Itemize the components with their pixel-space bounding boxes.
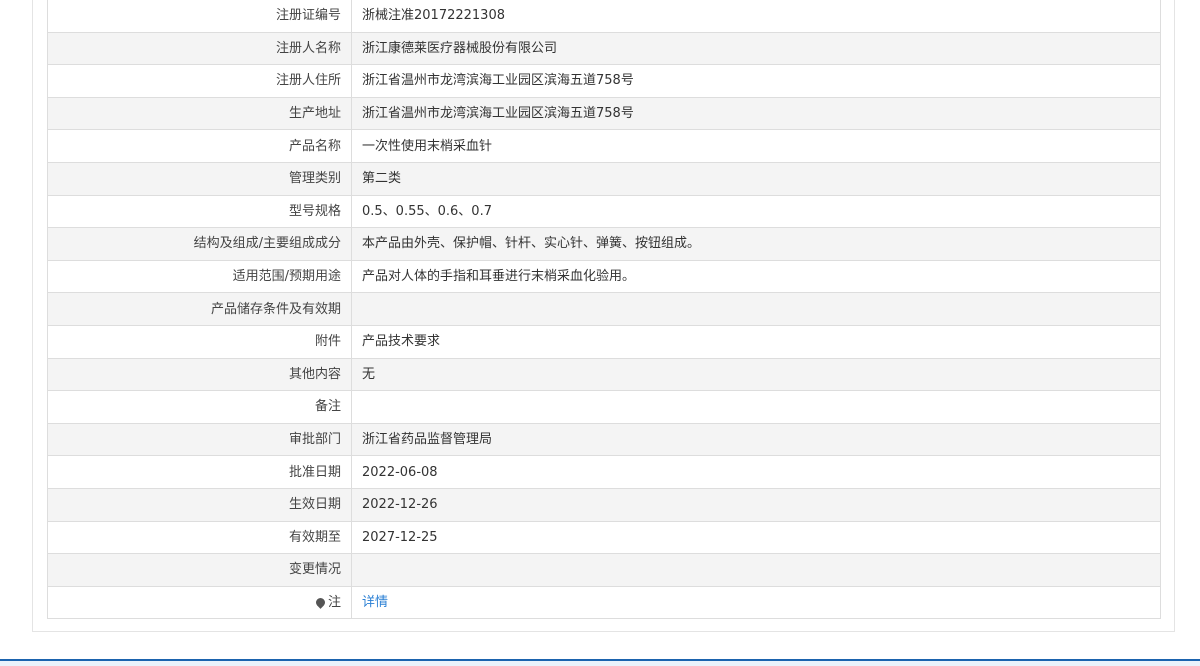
- row-value: 本产品由外壳、保护帽、针杆、实心针、弹簧、按钮组成。: [351, 227, 1161, 261]
- row-value: 2022-06-08: [351, 455, 1161, 489]
- row-value: 一次性使用末梢采血针: [351, 129, 1161, 163]
- table-row: 型号规格 0.5、0.55、0.6、0.7: [47, 194, 1161, 229]
- row-value: [351, 553, 1161, 587]
- table-row: 结构及组成/主要组成成分 本产品由外壳、保护帽、针杆、实心针、弹簧、按钮组成。: [47, 227, 1161, 261]
- row-label: 其他内容: [47, 357, 352, 392]
- table-row: 生效日期 2022-12-26: [47, 487, 1161, 522]
- table-row: 备注: [47, 390, 1161, 424]
- row-label: 型号规格: [47, 194, 352, 229]
- table-row: 注册人名称 浙江康德莱医疗器械股份有限公司: [47, 31, 1161, 66]
- row-label: 附件: [47, 324, 352, 359]
- row-label: 产品名称: [47, 129, 352, 163]
- row-value: 浙械注准20172221308: [351, 0, 1161, 33]
- row-value: 2027-12-25: [351, 520, 1161, 555]
- row-label: 注册人名称: [47, 31, 352, 66]
- row-value: 第二类: [351, 161, 1161, 196]
- table-row: 注册证编号 浙械注准20172221308: [47, 0, 1161, 33]
- table-row: 其他内容 无: [47, 357, 1161, 392]
- details-link[interactable]: 详情: [362, 595, 388, 610]
- table-row: 有效期至 2027-12-25: [47, 520, 1161, 555]
- table-row: 生产地址 浙江省温州市龙湾滨海工业园区滨海五道758号: [47, 96, 1161, 131]
- table-row: 批准日期 2022-06-08: [47, 455, 1161, 489]
- row-label: 产品储存条件及有效期: [47, 292, 352, 326]
- row-label: 变更情况: [47, 553, 352, 587]
- row-label: 审批部门: [47, 422, 352, 457]
- row-label: 管理类别: [47, 161, 352, 196]
- row-label: 备注: [47, 390, 352, 424]
- note-value-cell: 详情: [351, 585, 1161, 620]
- row-label: 生效日期: [47, 487, 352, 522]
- note-label: 注: [327, 594, 341, 610]
- table-row: 适用范围/预期用途 产品对人体的手指和耳垂进行末梢采血化验用。: [47, 259, 1161, 294]
- table-row: 产品名称 一次性使用末梢采血针: [47, 129, 1161, 163]
- row-label: 批准日期: [47, 455, 352, 489]
- row-value: 2022-12-26: [351, 487, 1161, 522]
- row-value: 浙江省药品监督管理局: [351, 422, 1161, 457]
- row-value: 浙江康德莱医疗器械股份有限公司: [351, 31, 1161, 66]
- table-row: 产品储存条件及有效期: [47, 292, 1161, 326]
- registration-detail-table: 注册证编号 浙械注准20172221308 注册人名称 浙江康德莱医疗器械股份有…: [47, 0, 1161, 620]
- table-row: 管理类别 第二类: [47, 161, 1161, 196]
- row-value: 产品技术要求: [351, 324, 1161, 359]
- row-value: [351, 390, 1161, 424]
- table-row: 附件 产品技术要求: [47, 324, 1161, 359]
- row-label: 注册人住所: [47, 64, 352, 98]
- footer-bar: [0, 659, 1200, 666]
- row-value: 产品对人体的手指和耳垂进行末梢采血化验用。: [351, 259, 1161, 294]
- row-value: 0.5、0.55、0.6、0.7: [351, 194, 1161, 229]
- note-label-cell: 注: [47, 585, 352, 620]
- row-label: 注册证编号: [47, 0, 352, 33]
- row-label: 适用范围/预期用途: [47, 259, 352, 294]
- table-row: 注册人住所 浙江省温州市龙湾滨海工业园区滨海五道758号: [47, 64, 1161, 98]
- table-row: 变更情况: [47, 553, 1161, 587]
- row-label: 生产地址: [47, 96, 352, 131]
- row-value: 浙江省温州市龙湾滨海工业园区滨海五道758号: [351, 96, 1161, 131]
- note-row: 注 详情: [47, 585, 1161, 620]
- row-label: 结构及组成/主要组成成分: [47, 227, 352, 261]
- pin-icon: [314, 596, 327, 609]
- row-value: 浙江省温州市龙湾滨海工业园区滨海五道758号: [351, 64, 1161, 98]
- table-row: 审批部门 浙江省药品监督管理局: [47, 422, 1161, 457]
- row-value: 无: [351, 357, 1161, 392]
- row-value: [351, 292, 1161, 326]
- row-label: 有效期至: [47, 520, 352, 555]
